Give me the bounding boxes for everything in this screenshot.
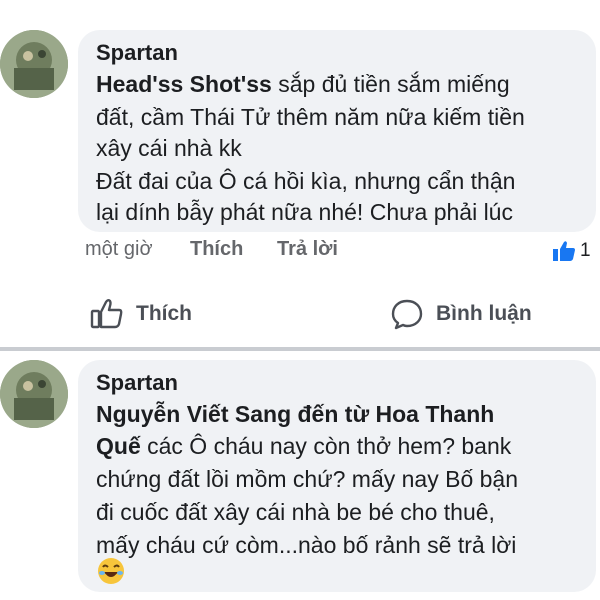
reaction-count-value: 1 bbox=[580, 240, 591, 261]
comment-text-line: chứng đất lồi mồm chứ? mấy nay Bố bận bbox=[96, 466, 519, 492]
like-button-label: Thích bbox=[136, 302, 192, 325]
comment-text-line: đất, cầm Thái Tử thêm năm nữa kiếm tiền bbox=[96, 104, 525, 130]
comment-bubble-icon bbox=[391, 299, 423, 330]
mentioned-user-cont[interactable]: Quế bbox=[96, 433, 141, 459]
mentioned-user[interactable]: Nguyễn Viết Sang đến từ Hoa Thanh bbox=[96, 398, 494, 430]
comment-button-label: Bình luận bbox=[436, 302, 532, 325]
mentioned-user[interactable]: Head'ss Shot'ss bbox=[96, 71, 272, 97]
avatar[interactable] bbox=[0, 360, 68, 428]
reaction-count[interactable]: 1 bbox=[552, 240, 591, 262]
comment-button[interactable]: Bình luận bbox=[390, 298, 532, 330]
avatar-image bbox=[0, 360, 68, 428]
comment-like-link[interactable]: Thích bbox=[190, 238, 243, 261]
laughing-emoji-icon bbox=[98, 558, 124, 584]
avatar-image bbox=[0, 30, 68, 98]
comment-text-line: mấy cháu cứ còm...nào bố rảnh sẽ trả lời bbox=[96, 532, 517, 558]
comment-text-line: xây cái nhà kk bbox=[96, 135, 242, 161]
avatar[interactable] bbox=[0, 30, 68, 98]
comment-text-line: Quế các Ô cháu nay còn thở hem? bank bbox=[96, 433, 512, 459]
thumbs-up-reaction-icon bbox=[553, 241, 575, 261]
comment-timestamp[interactable]: một giờ bbox=[85, 238, 153, 261]
comment-reply-link[interactable]: Trả lời bbox=[277, 238, 338, 261]
like-button[interactable]: Thích bbox=[90, 298, 192, 330]
comment-author[interactable]: Spartan bbox=[96, 370, 178, 396]
like-outline-icon bbox=[90, 299, 123, 329]
post-divider bbox=[0, 347, 600, 351]
comment-text-line: Đất đai của Ô cá hồi kìa, nhưng cẩn thận bbox=[96, 168, 516, 194]
comment-text-line: đi cuốc đất xây cái nhà be bé cho thuê, bbox=[96, 499, 495, 525]
comment-author[interactable]: Spartan bbox=[96, 40, 178, 66]
comment-text-line-1: Head'ss Shot'ss sắp đủ tiền sắm miếng bbox=[96, 71, 510, 97]
comment-text-line: lại dính bẫy phát nữa nhé! Chưa phải lúc bbox=[96, 199, 513, 225]
